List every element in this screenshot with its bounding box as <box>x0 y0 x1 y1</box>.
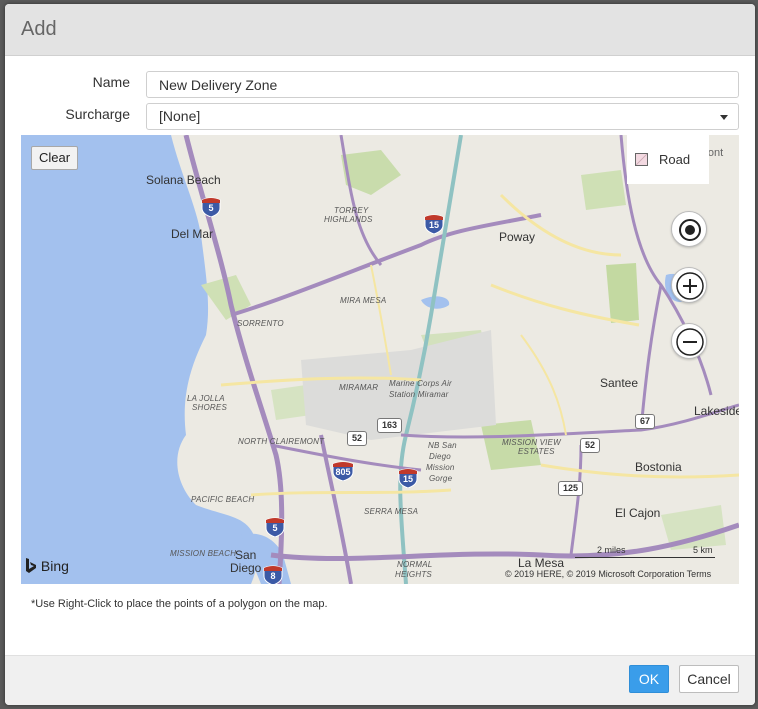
name-input[interactable] <box>146 71 739 98</box>
minus-icon <box>676 328 704 356</box>
interstate-shield: 805 <box>332 461 354 481</box>
interstate-shield: 5 <box>201 197 221 217</box>
bing-icon <box>26 558 36 573</box>
dialog-title: Add <box>21 18 57 40</box>
bing-logo: Bing <box>25 558 69 574</box>
place-label: NORMAL <box>397 560 433 569</box>
place-label: SORRENTO <box>237 319 284 328</box>
place-label: HIGHLANDS <box>324 215 373 224</box>
route-shield: 52 <box>347 431 368 446</box>
place-label: SERRA MESA <box>364 507 419 516</box>
zoom-out-button[interactable] <box>671 323 707 359</box>
place-label: Lakeside <box>694 404 739 418</box>
locate-me-button[interactable] <box>671 211 707 247</box>
place-label: Del Mar <box>171 227 214 241</box>
place-label: Bostonia <box>635 460 682 474</box>
surcharge-label: Surcharge <box>65 106 130 122</box>
place-label: San <box>235 548 257 562</box>
target-icon <box>679 219 701 241</box>
interstate-shield: 5 <box>265 517 285 537</box>
map-attribution[interactable]: © 2019 HERE, © 2019 Microsoft Corporatio… <box>505 569 711 579</box>
map-style-selector[interactable]: Road <box>627 135 709 184</box>
route-shield: 52 <box>580 438 601 453</box>
interstate-shield: 15 <box>398 468 418 488</box>
scale-km: 5 km <box>693 545 713 555</box>
place-label: NB San <box>428 441 457 450</box>
name-label: Name <box>92 74 130 90</box>
place-label: Gorge <box>429 474 453 483</box>
place-label: LA JOLLA <box>187 394 225 403</box>
place-label: Solana Beach <box>146 173 221 187</box>
route-shield: 163 <box>377 418 403 433</box>
map-canvas[interactable]: Solana Beach Del Mar Poway TORREY HIGHLA… <box>21 135 739 584</box>
place-label: Station Miramar <box>389 390 449 399</box>
place-label: Diego <box>429 452 451 461</box>
map-hint: *Use Right-Click to place the points of … <box>31 598 328 610</box>
place-label: HEIGHTS <box>395 570 432 579</box>
interstate-shield: 8 <box>263 565 283 584</box>
cancel-button[interactable]: Cancel <box>679 665 739 693</box>
place-label: NORTH CLAIREMONT <box>238 437 325 446</box>
place-label: Poway <box>499 230 536 244</box>
place-label: MISSION VIEW <box>502 438 561 447</box>
plus-icon <box>676 272 704 300</box>
place-label: Diego <box>230 561 262 575</box>
place-label: Mission <box>426 463 455 472</box>
place-label: El Cajon <box>615 506 661 520</box>
place-label: SHORES <box>192 403 227 412</box>
add-dialog: Add Name Surcharge [None] <box>5 4 755 705</box>
place-label: MISSION BEACH <box>170 549 237 558</box>
surcharge-selected-value: [None] <box>159 108 201 124</box>
place-label: ESTATES <box>518 447 555 456</box>
place-label: MIRA MESA <box>340 296 387 305</box>
chevron-down-icon <box>720 115 728 120</box>
place-label: Santee <box>600 376 639 390</box>
place-label: TORREY <box>334 206 369 215</box>
place-label: Marine Corps Air <box>389 379 452 388</box>
scale-miles: 2 miles <box>597 545 626 555</box>
dialog-titlebar: Add <box>5 4 755 56</box>
surcharge-select[interactable]: [None] <box>146 103 739 130</box>
route-shield: 67 <box>635 414 656 429</box>
route-shield: 125 <box>558 481 584 496</box>
map-style-label: Road <box>659 152 691 167</box>
place-label: PACIFIC BEACH <box>191 495 255 504</box>
place-label: MIRAMAR <box>339 383 379 392</box>
clear-button[interactable]: Clear <box>31 146 78 170</box>
ok-button[interactable]: OK <box>629 665 669 693</box>
scale-bar <box>575 556 715 558</box>
zoom-in-button[interactable] <box>671 267 707 303</box>
place-label: La Mesa <box>518 556 565 570</box>
interstate-shield: 15 <box>424 214 444 234</box>
road-swatch-icon <box>635 153 648 166</box>
